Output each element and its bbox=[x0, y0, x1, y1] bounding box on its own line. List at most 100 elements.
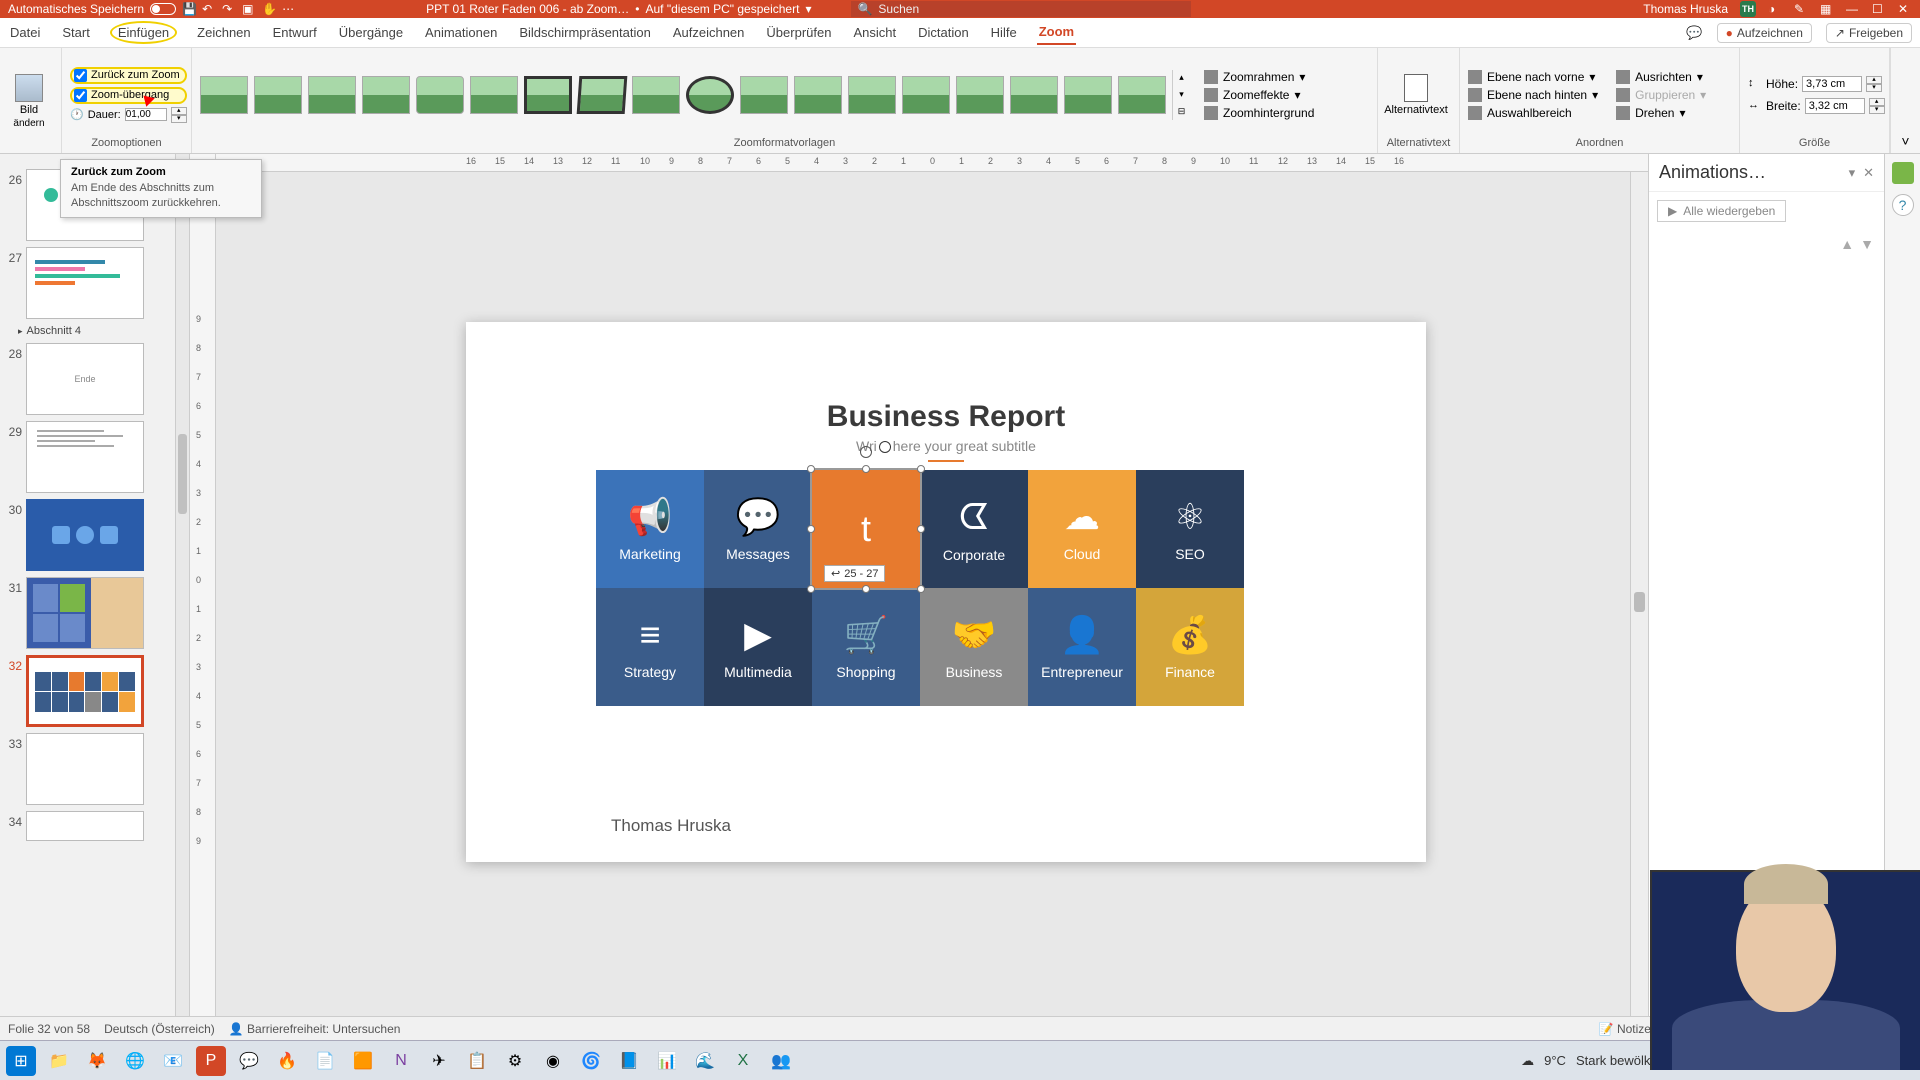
canvas[interactable]: Business Report Wrihere your great subti… bbox=[216, 172, 1648, 1046]
save-icon[interactable]: 💾 bbox=[182, 2, 196, 16]
accessibility-status[interactable]: 👤 Barrierefreiheit: Untersuchen bbox=[229, 1022, 401, 1036]
qat-more-icon[interactable]: ⋯ bbox=[282, 2, 296, 16]
excel-icon[interactable]: X bbox=[728, 1046, 758, 1076]
style-16[interactable] bbox=[1010, 76, 1058, 114]
pen-icon[interactable]: ✎ bbox=[1794, 2, 1808, 16]
outlook-icon[interactable]: 📧 bbox=[158, 1046, 188, 1076]
collapse-ribbon-icon[interactable]: ˅ bbox=[1901, 133, 1909, 149]
zoom-effects-button[interactable]: Zoomeffekte▾ bbox=[1204, 88, 1314, 102]
maximize-icon[interactable]: ☐ bbox=[1872, 2, 1886, 16]
style-2[interactable] bbox=[254, 76, 302, 114]
style-15[interactable] bbox=[956, 76, 1004, 114]
onenote-icon[interactable]: N bbox=[386, 1046, 416, 1076]
duration-field[interactable]: 🕐Dauer: ▴▾ bbox=[70, 107, 187, 123]
tile-shopping[interactable]: 🛒Shopping bbox=[812, 588, 920, 706]
help-icon[interactable]: ? bbox=[1892, 194, 1914, 216]
group-button[interactable]: Gruppieren▾ bbox=[1616, 88, 1706, 102]
style-18[interactable] bbox=[1118, 76, 1166, 114]
slide-title[interactable]: Business Report bbox=[466, 400, 1426, 434]
notes-button[interactable]: 📝 Notizen bbox=[1599, 1022, 1658, 1036]
tile-business[interactable]: 🤝Business bbox=[920, 588, 1028, 706]
app-icon-1[interactable]: 💬 bbox=[234, 1046, 264, 1076]
app-icon-9[interactable]: 📘 bbox=[614, 1046, 644, 1076]
coming-soon-icon[interactable]: ◑ bbox=[1768, 2, 1782, 16]
slide-thumb-27[interactable] bbox=[26, 247, 144, 319]
tile-cloud[interactable]: ☁Cloud bbox=[1028, 470, 1136, 588]
explorer-icon[interactable]: 📁 bbox=[44, 1046, 74, 1076]
edge-icon[interactable]: 🌊 bbox=[690, 1046, 720, 1076]
tab-view[interactable]: Ansicht bbox=[851, 21, 898, 44]
slide-thumb-29[interactable] bbox=[26, 421, 144, 493]
firefox-icon[interactable]: 🦊 bbox=[82, 1046, 112, 1076]
style-17[interactable] bbox=[1064, 76, 1112, 114]
gallery-more-button[interactable]: ▴▾⊟ bbox=[1172, 70, 1190, 120]
slide-thumb-30[interactable] bbox=[26, 499, 144, 571]
style-10[interactable] bbox=[686, 76, 734, 114]
zoom-frame-button[interactable]: Zoomrahmen▾ bbox=[1204, 70, 1314, 84]
search-box[interactable]: 🔍 Suchen bbox=[851, 1, 1191, 17]
tab-slideshow[interactable]: Bildschirmpräsentation bbox=[517, 21, 653, 44]
tile-strategy[interactable]: ≡Strategy bbox=[596, 588, 704, 706]
tile-marketing[interactable]: 📢Marketing bbox=[596, 470, 704, 588]
undo-icon[interactable]: ↶ bbox=[202, 2, 216, 16]
tab-design[interactable]: Entwurf bbox=[271, 21, 319, 44]
tile-seo[interactable]: ⚛SEO bbox=[1136, 470, 1244, 588]
thumbnail-scrollbar[interactable] bbox=[175, 154, 189, 1046]
style-12[interactable] bbox=[794, 76, 842, 114]
style-3[interactable] bbox=[308, 76, 356, 114]
slide-thumb-34[interactable] bbox=[26, 811, 144, 841]
rotate-button[interactable]: Drehen▾ bbox=[1616, 106, 1706, 120]
tab-animations[interactable]: Animationen bbox=[423, 21, 499, 44]
change-image-button[interactable]: Bild ändern bbox=[8, 74, 50, 129]
slide-subtitle[interactable]: Wrihere your great subtitle bbox=[466, 438, 1426, 462]
tab-insert[interactable]: Einfügen bbox=[110, 21, 177, 44]
start-menu-icon[interactable]: ⊞ bbox=[6, 1046, 36, 1076]
record-button[interactable]: ●Aufzeichnen bbox=[1717, 23, 1812, 43]
close-icon[interactable]: ✕ bbox=[1898, 2, 1912, 16]
style-8[interactable] bbox=[577, 76, 628, 114]
user-name[interactable]: Thomas Hruska bbox=[1643, 2, 1728, 16]
style-5[interactable] bbox=[416, 76, 464, 114]
zoom-background-button[interactable]: Zoomhintergrund bbox=[1204, 106, 1314, 120]
language-status[interactable]: Deutsch (Österreich) bbox=[104, 1022, 215, 1036]
app-icon-10[interactable]: 📊 bbox=[652, 1046, 682, 1076]
style-7[interactable] bbox=[524, 76, 572, 114]
slide-thumb-33[interactable] bbox=[26, 733, 144, 805]
canvas-scrollbar[interactable] bbox=[1630, 172, 1648, 1046]
height-input[interactable] bbox=[1802, 76, 1862, 92]
selection-pane-button[interactable]: Auswahlbereich bbox=[1468, 106, 1598, 120]
tab-transitions[interactable]: Übergänge bbox=[337, 21, 405, 44]
chrome-icon[interactable]: 🌐 bbox=[120, 1046, 150, 1076]
align-button[interactable]: Ausrichten▾ bbox=[1616, 70, 1706, 84]
slide-thumb-31[interactable] bbox=[26, 577, 144, 649]
style-4[interactable] bbox=[362, 76, 410, 114]
tab-dictation[interactable]: Dictation bbox=[916, 21, 971, 44]
play-all-button[interactable]: ▶Alle wiedergeben bbox=[1657, 200, 1786, 222]
telegram-icon[interactable]: ✈ bbox=[424, 1046, 454, 1076]
tab-review[interactable]: Überprüfen bbox=[764, 21, 833, 44]
app-icon-4[interactable]: 🟧 bbox=[348, 1046, 378, 1076]
height-field[interactable]: ↕Höhe:▴▾ bbox=[1748, 76, 1885, 92]
width-field[interactable]: ↔Breite:▴▾ bbox=[1748, 98, 1885, 114]
tile-messages[interactable]: 💬Messages bbox=[704, 470, 812, 588]
style-1[interactable] bbox=[200, 76, 248, 114]
present-icon[interactable]: ▣ bbox=[242, 2, 256, 16]
slide[interactable]: Business Report Wrihere your great subti… bbox=[466, 322, 1426, 862]
style-13[interactable] bbox=[848, 76, 896, 114]
send-backward-button[interactable]: Ebene nach hinten▾ bbox=[1468, 88, 1598, 102]
tile-corporate[interactable]: ᗧCorporate bbox=[920, 470, 1028, 588]
slide-thumb-28[interactable]: Ende bbox=[26, 343, 144, 415]
app-icon-3[interactable]: 📄 bbox=[310, 1046, 340, 1076]
tab-zoom[interactable]: Zoom bbox=[1037, 20, 1076, 45]
weather-icon[interactable]: ☁ bbox=[1521, 1053, 1534, 1069]
window-icon[interactable]: ▦ bbox=[1820, 2, 1834, 16]
pane-dropdown-icon[interactable]: ▾ bbox=[1849, 165, 1856, 181]
style-9[interactable] bbox=[632, 76, 680, 114]
title-dropdown-icon[interactable]: ▾ bbox=[805, 2, 811, 16]
tab-start[interactable]: Start bbox=[60, 21, 91, 44]
duration-input[interactable] bbox=[125, 108, 167, 121]
slide-counter[interactable]: Folie 32 von 58 bbox=[8, 1022, 90, 1036]
tile-entrepreneur[interactable]: 👤Entrepreneur bbox=[1028, 588, 1136, 706]
app-icon-6[interactable]: ⚙ bbox=[500, 1046, 530, 1076]
comments-icon[interactable]: 💬 bbox=[1686, 25, 1702, 41]
